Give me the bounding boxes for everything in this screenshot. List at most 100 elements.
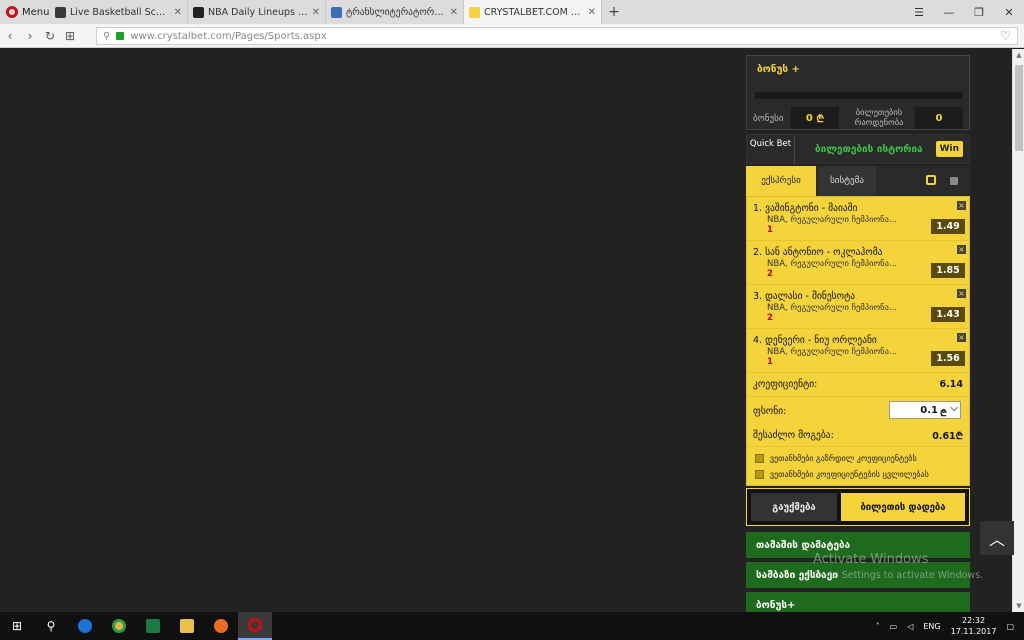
opera-menu-button[interactable]: Menu — [0, 0, 50, 24]
chrome-button[interactable] — [102, 612, 136, 640]
bet-match: დენვერი - ნიუ ორლეანი — [765, 335, 877, 346]
tab-label: ტრანსლიტერატორი -> თბ — [346, 6, 446, 18]
close-icon[interactable]: ✕ — [588, 7, 596, 18]
remove-bet-icon[interactable]: × — [957, 245, 966, 254]
system-tray: ˄ ▭ ◁ ENG 22:32 17.11.2017 ▢ — [876, 612, 1024, 640]
unlock-icon[interactable] — [926, 175, 936, 185]
checkbox[interactable] — [755, 469, 764, 479]
browser-tabbar: Menu Live Basketball Scores - NBA ✕ NBA … — [0, 0, 1024, 24]
remove-bet-icon[interactable]: × — [957, 289, 966, 298]
file-explorer-button[interactable] — [170, 612, 204, 640]
minimize-icon[interactable]: — — [934, 0, 964, 24]
possible-win-value: 0.61₾ — [932, 429, 963, 442]
accept-higher-odds-row[interactable]: ვეთანხმები გაზრდილ კოეფიციენტებს — [747, 450, 969, 466]
tab-label: CRYSTALBET.COM - ონლა — [484, 6, 584, 18]
bet-odds: 1.85 — [931, 263, 965, 278]
secure-lock-icon — [116, 32, 125, 40]
bonus-value: 0 ₾ — [791, 107, 839, 129]
bonus-label: ბონუსი — [753, 114, 784, 124]
restore-icon[interactable]: ❐ — [964, 0, 994, 24]
back-icon[interactable]: ‹ — [0, 29, 20, 43]
volume-icon[interactable]: ◁ — [907, 622, 913, 631]
firefox-icon — [214, 619, 228, 633]
scroll-to-top-button[interactable]: ︿ — [980, 521, 1014, 555]
url-field[interactable]: ⚲ www.crystalbet.com/Pages/Sports.aspx ♡ — [96, 27, 1018, 45]
edge-button[interactable] — [68, 612, 102, 640]
chevron-up-icon: ︿ — [988, 530, 1005, 549]
close-icon[interactable]: ✕ — [174, 7, 182, 18]
remove-bet-icon[interactable]: × — [957, 201, 966, 210]
windows-taskbar: ⊞ ⚲ ˄ ▭ ◁ ENG 22:32 17.11.2017 ▢ — [0, 612, 1024, 640]
opera-button[interactable] — [238, 612, 272, 640]
tab-express[interactable]: ექსპრესი — [746, 166, 816, 196]
close-window-icon[interactable]: ✕ — [994, 0, 1024, 24]
bonus-box: ბონუს + ბონუსი 0 ₾ ბილეთების რაოდენობა 0 — [746, 55, 970, 130]
bonus-plus-item[interactable]: ბონუს+ — [746, 592, 970, 612]
coin-icon: ₾ — [816, 114, 825, 125]
betslip-panel: ბონუს + ბონუსი 0 ₾ ბილეთების რაოდენობა 0… — [746, 55, 970, 612]
reload-icon[interactable]: ↻ — [40, 29, 60, 43]
bet-number: 4. — [753, 335, 763, 346]
favicon-icon — [193, 6, 204, 18]
scroll-up-arrow-icon[interactable]: ▲ — [1013, 51, 1024, 59]
lock-icon[interactable] — [950, 177, 958, 185]
place-bet-button[interactable]: ბილეთის დადება — [841, 493, 965, 521]
cancel-button[interactable]: გაუქმება — [751, 493, 837, 521]
bet-match: ვაშინგტონი - მაიამი — [765, 203, 858, 214]
new-tab-button[interactable]: + — [602, 0, 626, 24]
checkbox-label: ვეთანხმები გაზრდილ კოეფიციენტებს — [770, 453, 917, 463]
tab-label: NBA Daily Lineups | RotoWire — [208, 6, 308, 18]
menu-label: Menu — [22, 6, 50, 18]
bet-type-tabs: ექსპრესი სისტემა — [746, 166, 970, 196]
bet-odds: 1.56 — [931, 351, 965, 366]
close-icon[interactable]: ✕ — [312, 7, 320, 18]
opera-logo-icon — [6, 6, 18, 18]
scroll-down-arrow-icon[interactable]: ▼ — [1013, 602, 1024, 610]
excel-icon — [146, 619, 160, 633]
ticket-history-link[interactable]: ბილეთების ისტორია — [815, 144, 923, 155]
tab-menu-icon[interactable]: ☰ — [904, 0, 934, 24]
bet-odds: 1.49 — [931, 219, 965, 234]
firefox-button[interactable] — [204, 612, 238, 640]
favicon-icon — [331, 6, 342, 18]
clock-date: 17.11.2017 — [950, 627, 997, 636]
bookmark-heart-icon[interactable]: ♡ — [1000, 29, 1011, 43]
stake-input[interactable]: 0.1 ₾ ⌵ — [889, 401, 961, 419]
window-controls: ☰ — ❐ ✕ — [904, 0, 1024, 24]
start-button[interactable]: ⊞ — [0, 612, 34, 640]
speed-dial-icon[interactable]: ⊞ — [60, 29, 80, 43]
tab-3[interactable]: CRYSTALBET.COM - ონლა ✕ — [464, 0, 602, 24]
activate-windows-subtitle: Go to Settings to activate Windows. — [813, 570, 984, 581]
possible-win-label: შესაძლო მოგება: — [753, 430, 834, 441]
tab-1[interactable]: NBA Daily Lineups | RotoWire ✕ — [188, 0, 326, 24]
address-bar: ‹ › ↻ ⊞ ⚲ www.crystalbet.com/Pages/Sport… — [0, 24, 1024, 48]
language-indicator[interactable]: ENG — [923, 622, 940, 631]
checkbox-label: ვეთანხმები კოეფიციენტების ცვლილებას — [770, 469, 929, 479]
forward-icon[interactable]: › — [20, 29, 40, 43]
tab-system[interactable]: სისტემა — [818, 166, 876, 196]
tab-0[interactable]: Live Basketball Scores - NBA ✕ — [50, 0, 188, 24]
bonus-title[interactable]: ბონუს + — [757, 64, 800, 75]
quick-bet-button[interactable]: Quick Bet — [747, 135, 795, 165]
chevron-up-icon[interactable]: ˄ — [876, 622, 880, 631]
bet-item: 4. დენვერი - ნიუ ორლეანი NBA, რეგულარული… — [747, 329, 969, 373]
close-icon[interactable]: ✕ — [450, 7, 458, 18]
excel-button[interactable] — [136, 612, 170, 640]
checkbox[interactable] — [755, 453, 764, 463]
notifications-icon[interactable]: ▢ — [1006, 622, 1014, 631]
win-badge[interactable]: Win — [935, 141, 963, 157]
tickets-label: ბილეთების რაოდენობა — [854, 108, 904, 128]
network-icon[interactable]: ▭ — [890, 622, 898, 631]
bonus-value-text: 0 — [805, 112, 813, 124]
stake-value: 0.1 — [920, 404, 938, 416]
chevron-down-icon[interactable]: ⌵ — [950, 403, 958, 414]
chrome-icon — [112, 619, 126, 633]
clock[interactable]: 22:32 17.11.2017 — [951, 615, 997, 637]
search-button[interactable]: ⚲ — [34, 612, 68, 640]
coef-value: 6.14 — [939, 379, 963, 390]
scrollbar-thumb[interactable] — [1015, 65, 1023, 151]
tab-2[interactable]: ტრანსლიტერატორი -> თბ ✕ — [326, 0, 464, 24]
folder-icon — [180, 619, 194, 633]
remove-bet-icon[interactable]: × — [957, 333, 966, 342]
accept-odds-change-row[interactable]: ვეთანხმები კოეფიციენტების ცვლილებას — [747, 466, 969, 482]
